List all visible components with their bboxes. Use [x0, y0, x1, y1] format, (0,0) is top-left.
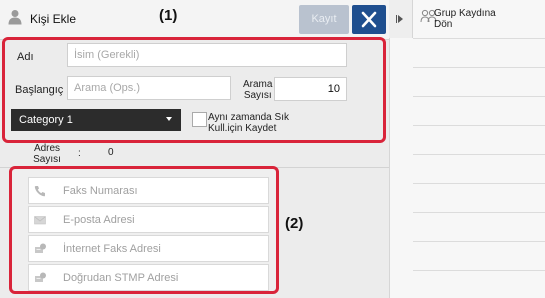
direct-smtp-icon	[35, 272, 46, 282]
callout-label-2: (2)	[285, 215, 304, 232]
list-divider	[413, 67, 545, 68]
close-button[interactable]	[352, 5, 386, 34]
address-count-label: Adres Sayısı	[27, 143, 67, 165]
email-address-label: E-posta Adresi	[63, 214, 135, 226]
save-button[interactable]: Kayıt	[299, 5, 349, 34]
search-count-label-line2: Sayısı	[243, 90, 272, 101]
list-divider	[413, 183, 545, 184]
internet-fax-address-field[interactable]: İnternet Faks Adresi	[28, 235, 269, 262]
address-count-label-line1: Adres	[33, 143, 61, 154]
list-divider	[413, 241, 545, 242]
favorite-checkbox[interactable]	[192, 112, 207, 127]
address-fields-highlight: Faks Numarası E-posta Adresi İnternet Fa…	[9, 166, 279, 294]
list-divider	[413, 212, 545, 213]
address-count-label-line2: Sayısı	[33, 154, 61, 165]
list-divider	[413, 38, 545, 39]
favorite-label-line2: Kull.için Kaydet	[208, 123, 277, 134]
address-count-value: 0	[108, 147, 114, 158]
list-divider	[413, 125, 545, 126]
return-to-group-button[interactable]: Grup Kaydına Dön	[434, 8, 529, 30]
close-icon	[361, 11, 377, 28]
list-divider	[413, 154, 545, 155]
start-label: Başlangıç	[15, 84, 64, 96]
fax-number-field[interactable]: Faks Numarası	[28, 177, 269, 204]
email-address-field[interactable]: E-posta Adresi	[28, 206, 269, 233]
internet-fax-address-label: İnternet Faks Adresi	[63, 243, 161, 255]
direct-smtp-address-field[interactable]: Doğrudan STMP Adresi	[28, 264, 269, 291]
phone-icon	[34, 186, 45, 197]
search-count-input[interactable]: 10	[274, 77, 347, 101]
search-count-label: Arama Sayısı	[243, 79, 272, 101]
person-icon	[8, 10, 22, 25]
panel-toggle-bar	[396, 15, 397, 23]
return-to-group-label-line2: Dön	[434, 19, 453, 30]
list-divider	[413, 96, 545, 97]
list-divider	[413, 270, 545, 271]
play-icon	[398, 15, 403, 23]
direct-smtp-address-label: Doğrudan STMP Adresi	[63, 272, 179, 284]
search-count-label-line1: Arama	[243, 79, 273, 90]
address-count-separator: :	[78, 148, 81, 159]
favorite-label: Aynı zamanda Sık Kull.için Kaydet	[208, 112, 308, 134]
start-input[interactable]: Arama (Ops.)	[67, 76, 231, 100]
page-title: Kişi Ekle	[30, 12, 77, 26]
chevron-down-icon	[166, 117, 172, 121]
callout-label-1: (1)	[159, 7, 178, 24]
favorite-label-line1: Aynı zamanda Sık	[208, 112, 289, 123]
category-select[interactable]: Category 1	[11, 109, 181, 131]
name-label: Adı	[17, 51, 34, 63]
right-panel	[389, 0, 545, 298]
internet-fax-icon	[35, 243, 46, 253]
fax-number-label: Faks Numarası	[63, 185, 138, 197]
return-to-group-label-line1: Grup Kaydına	[434, 8, 496, 19]
name-input[interactable]: İsim (Gerekli)	[67, 43, 347, 67]
envelope-icon	[34, 216, 46, 225]
